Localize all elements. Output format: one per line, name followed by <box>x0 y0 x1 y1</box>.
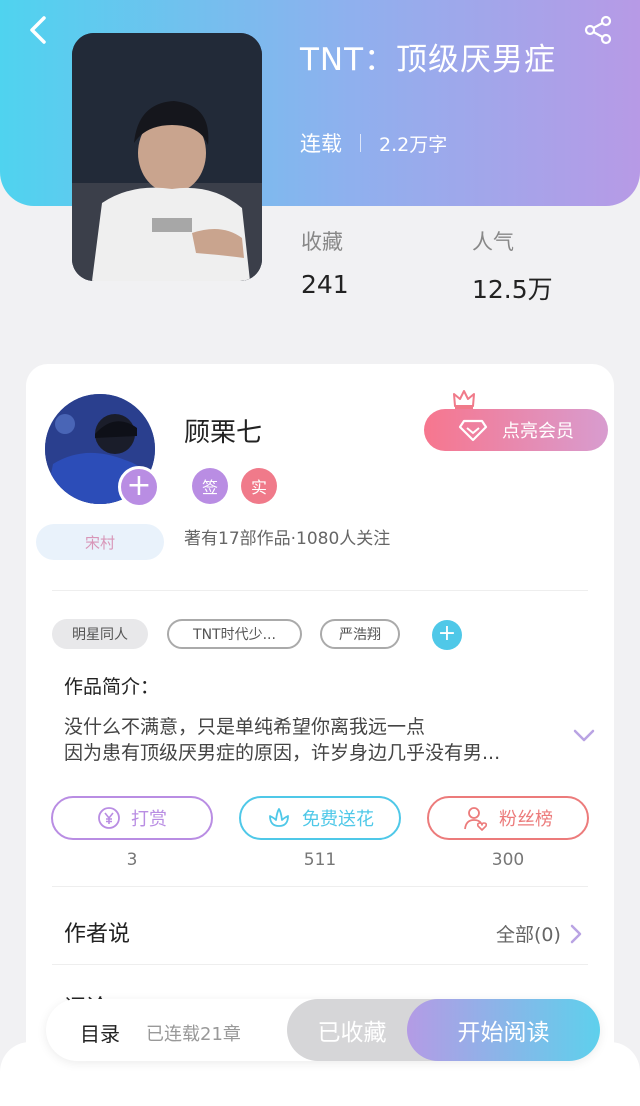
vip-button-label: 点亮会员 <box>502 421 574 442</box>
chevron-left-icon <box>30 16 46 44</box>
vip-member-button[interactable]: 点亮会员 <box>424 409 608 451</box>
fan-ranking-label: 粉丝榜 <box>499 809 553 830</box>
serial-status: 连载 <box>300 132 342 156</box>
popularity-stat: 人气 12.5万 <box>472 226 553 306</box>
yen-coin-icon <box>97 806 121 830</box>
flower-icon <box>266 806 292 830</box>
book-meta: 连载 2.2万字 <box>300 128 447 158</box>
favorites-label: 收藏 <box>301 230 343 254</box>
intro-line: 没什么不满意，只是单纯希望你离我远一点 <box>64 716 426 738</box>
tag-item[interactable]: 明星同人 <box>52 619 148 649</box>
author-says-title: 作者说 <box>64 922 131 947</box>
reward-label: 打赏 <box>131 809 167 830</box>
diamond-icon <box>458 419 488 442</box>
table-of-contents-button[interactable]: 目录 <box>80 1018 120 1047</box>
author-title-badge: 宋村 <box>36 524 164 560</box>
intro-title: 作品简介： <box>64 676 160 698</box>
start-reading-label: 开始阅读 <box>457 1020 550 1046</box>
intro-line: 因为患有顶级厌男症的原因，许岁身边几乎没有男... <box>64 742 501 764</box>
share-button[interactable] <box>580 12 616 48</box>
fan-count: 300 <box>491 850 525 870</box>
book-cover[interactable] <box>72 33 262 281</box>
book-title: TNT：顶级厌男症 <box>300 42 557 78</box>
fan-ranking-button[interactable]: 粉丝榜 <box>427 796 589 840</box>
chevron-right-icon <box>570 924 582 943</box>
collected-label: 已收藏 <box>317 1020 387 1046</box>
divider <box>52 590 588 591</box>
popularity-label: 人气 <box>472 230 514 254</box>
add-tag-button[interactable]: + <box>432 620 462 650</box>
author-says-more-label: 全部(0) <box>496 924 561 946</box>
send-flower-label: 免费送花 <box>302 809 374 830</box>
cover-photo <box>72 33 262 281</box>
signed-badge: 签 <box>192 468 228 504</box>
meta-divider <box>360 134 361 152</box>
author-says-all-link[interactable]: 全部(0) <box>496 920 583 947</box>
share-icon <box>584 15 612 45</box>
tag-item[interactable]: 严浩翔 <box>320 619 400 649</box>
plus-icon: + <box>126 468 152 503</box>
divider <box>52 964 588 965</box>
intro-text[interactable]: 没什么不满意，只是单纯希望你离我远一点 因为患有顶级厌男症的原因，许岁身边几乎没… <box>64 714 544 766</box>
back-button[interactable] <box>20 12 56 48</box>
fan-user-icon <box>463 805 489 831</box>
expand-intro-button[interactable] <box>572 728 596 748</box>
send-flower-button[interactable]: 免费送花 <box>239 796 401 840</box>
author-badge-label: 宋村 <box>84 533 115 552</box>
plus-icon: + <box>437 621 457 646</box>
favorites-stat: 收藏 241 <box>301 226 349 299</box>
follow-author-button[interactable]: + <box>118 466 160 508</box>
verified-badge: 实 <box>241 468 277 504</box>
chevron-down-icon <box>573 729 595 742</box>
reward-button[interactable]: 打赏 <box>51 796 213 840</box>
favorites-value: 241 <box>301 270 349 299</box>
flower-count: 511 <box>303 850 337 870</box>
divider <box>52 886 588 887</box>
start-reading-button[interactable]: 开始阅读 <box>407 999 600 1061</box>
author-info: 著有17部作品·1080人关注 <box>184 529 391 549</box>
popularity-value: 12.5万 <box>472 275 553 304</box>
reward-count: 3 <box>126 850 138 870</box>
word-count: 2.2万字 <box>379 133 448 156</box>
tag-item[interactable]: TNT时代少... <box>167 619 302 649</box>
author-name[interactable]: 顾栗七 <box>184 412 262 449</box>
chapter-count: 已连载21章 <box>146 1024 241 1045</box>
